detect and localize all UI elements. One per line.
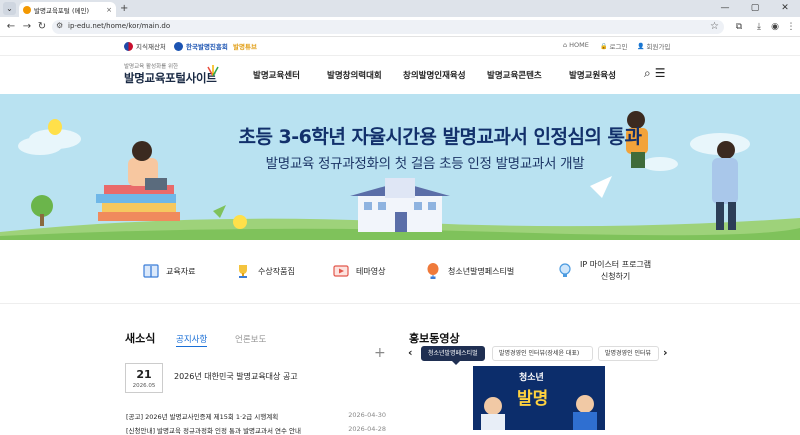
search-icon[interactable]: ⌕ xyxy=(644,66,651,81)
video-icon xyxy=(333,265,349,277)
lightbulb-icon xyxy=(559,263,571,277)
quick-item-label: 수상작품집 xyxy=(258,266,295,276)
quick-item-label: 교육자료 xyxy=(166,266,196,276)
news-row-title: [공고] 2026년 발명교사인증제 제15회 1·2급 시행계획 xyxy=(126,413,279,421)
gnb-item-contest[interactable]: 발명창의력대회 xyxy=(327,69,382,81)
quick-item-theme-video[interactable]: 테마영상 xyxy=(332,262,385,280)
list-item[interactable]: [신청안내] 발명교육 정규과정화 인정 통과 발명교과서 연수 안내 2026… xyxy=(126,425,386,435)
featured-news-title[interactable]: 2026년 대한민국 발명교육대상 공고 xyxy=(174,371,298,382)
news-row-date: 2026-04-30 xyxy=(348,411,386,419)
quick-item-label: 청소년발명페스티벌 xyxy=(448,266,515,276)
promo-prev-icon[interactable]: ‹ xyxy=(408,346,413,359)
lock-icon: 🔒 xyxy=(600,42,608,50)
news-more-icon[interactable]: + xyxy=(374,345,386,361)
maximize-button[interactable]: ▢ xyxy=(740,0,770,17)
login-link[interactable]: 🔒 로그인 xyxy=(600,41,628,52)
reload-icon[interactable]: ↻ xyxy=(35,20,49,34)
banner-subtitle: 발명교육 정규과정화의 첫 걸음 초등 인정 발명교과서 개발 xyxy=(265,156,585,172)
kipo-emblem-icon xyxy=(124,41,133,51)
trophy-icon xyxy=(239,265,247,278)
featured-month: 2026.05 xyxy=(132,383,156,389)
quick-item-ip-meister[interactable]: IP 마이스터 프로그램 신청하기 xyxy=(556,259,651,283)
url-text: ip-edu.net/home/kor/main.do xyxy=(68,22,171,30)
logo-spark-icon xyxy=(207,65,219,76)
quick-menu: 교육자료 수상작품집 테마영상 청소년발명페스티벌 IP 마이스터 프로그램 신… xyxy=(0,240,800,304)
invention-tube-logo[interactable]: 발명튜브 xyxy=(233,41,257,51)
main-banner[interactable]: 초등 3-6학년 자율시간용 발명교과서 인정심의 통과 발명교육 정규과정화의… xyxy=(0,94,800,240)
list-item[interactable]: [공고] 2026년 발명교사인증제 제15회 1·2급 시행계획 2026-0… xyxy=(126,411,386,421)
banner-title: 초등 3-6학년 자율시간용 발명교과서 인정심의 통과 xyxy=(238,126,642,148)
browser-menu-icon[interactable]: ⋮ xyxy=(784,20,798,34)
close-tab-icon[interactable]: × xyxy=(106,6,112,14)
kipa-emblem-icon xyxy=(174,41,183,51)
gnb-item-center[interactable]: 발명교육센터 xyxy=(253,69,300,81)
home-link[interactable]: ⌂ HOME xyxy=(563,41,589,49)
kipo-logo-label: 지식재산처 xyxy=(136,43,166,51)
thumbnail-caption-top: 청소년 xyxy=(519,373,544,383)
login-label: 로그인 xyxy=(609,43,628,51)
home-icon: ⌂ xyxy=(563,41,568,49)
site-logo-name: 발명교육포털사이트 xyxy=(124,71,217,85)
promo-section-title: 홍보동영상 xyxy=(409,332,460,345)
quick-item-awards[interactable]: 수상작품집 xyxy=(234,262,295,280)
tab-title: 발명교육포털 (메인) xyxy=(34,6,89,15)
promo-video-thumbnail[interactable]: 청소년 발명 xyxy=(473,366,605,430)
tab-notice[interactable]: 공지사항 xyxy=(176,333,208,347)
quick-item-label: 테마영상 xyxy=(356,266,386,276)
signup-link[interactable]: 👤 회원가입 xyxy=(637,41,671,52)
gnb-item-teacher[interactable]: 발명교원육성 xyxy=(569,69,616,81)
bookmark-star-icon[interactable]: ☆ xyxy=(710,20,719,34)
minimize-button[interactable]: — xyxy=(710,0,740,17)
tab-search-button[interactable]: ⌄ xyxy=(3,2,16,15)
user-icon: 👤 xyxy=(637,42,645,50)
promo-next-icon[interactable]: › xyxy=(663,346,668,359)
menu-icon[interactable]: ☰ xyxy=(655,66,666,81)
site-info-icon[interactable]: ⚙ xyxy=(56,21,63,30)
gnb-item-talent[interactable]: 창의발명인재육성 xyxy=(403,69,466,81)
gnb-item-content[interactable]: 발명교육콘텐츠 xyxy=(487,69,542,81)
gnb-tools: ⌕ ☰ xyxy=(644,66,666,81)
news-section-title: 새소식 xyxy=(125,332,156,345)
close-window-button[interactable]: ✕ xyxy=(770,0,800,17)
ip-meister-label-line2: 신청하기 xyxy=(600,272,631,281)
promo-tab-caret xyxy=(452,361,460,365)
signup-label: 회원가입 xyxy=(646,43,671,51)
site-top-strip: 지식재산처 한국발명진흥회 발명튜브 ⌂ HOME 🔒 로그인 👤 회원가입 xyxy=(0,37,800,56)
download-icon[interactable]: ⤓ xyxy=(752,20,766,34)
address-bar[interactable]: ⚙ ip-edu.net/home/kor/main.do ☆ xyxy=(52,20,724,34)
browser-toolbar: ← → ↻ ⚙ ip-edu.net/home/kor/main.do ☆ ⧉ … xyxy=(0,17,800,37)
back-icon[interactable]: ← xyxy=(4,20,18,34)
quick-item-materials[interactable]: 교육자료 xyxy=(142,262,195,280)
profile-icon[interactable]: ◉ xyxy=(768,20,782,34)
site-logo-tagline: 발명교육 활성화를 위한 xyxy=(124,64,179,70)
promo-tab-interview-1[interactable]: 발명경영인 인터뷰(장세윤 대표) xyxy=(492,346,593,361)
new-tab-button[interactable]: + xyxy=(120,2,128,15)
quick-item-festival[interactable]: 청소년발명페스티벌 xyxy=(424,262,514,280)
kipa-logo-label: 한국발명진흥회 xyxy=(186,43,228,51)
kipa-logo[interactable]: 한국발명진흥회 xyxy=(174,41,228,51)
thumbnail-caption-main: 발명 xyxy=(517,389,549,409)
tab-press[interactable]: 언론보도 xyxy=(235,333,266,345)
news-row-date: 2026-04-28 xyxy=(348,425,386,433)
ip-meister-label-line1: IP 마이스터 프로그램 xyxy=(580,260,652,269)
featured-day: 21 xyxy=(136,368,152,381)
site-logo[interactable]: 발명교육 활성화를 위한 발명교육포털사이트 xyxy=(124,62,219,86)
site-header: 발명교육 활성화를 위한 발명교육포털사이트 발명교육센터 발명창의력대회 창의… xyxy=(0,56,800,94)
browser-tab-bar: ⌄ 발명교육포털 (메인) × + — ▢ ✕ xyxy=(0,0,800,17)
balloon-icon xyxy=(427,263,439,279)
featured-date-box: 21 2026.05 xyxy=(125,363,163,393)
book-icon xyxy=(143,264,159,278)
site-favicon-icon xyxy=(23,5,31,14)
extensions-icon[interactable]: ⧉ xyxy=(732,20,746,34)
promo-tab-festival[interactable]: 청소년발명페스티벌 xyxy=(421,346,485,361)
invention-tube-label: 발명튜브 xyxy=(233,43,257,51)
browser-tab[interactable]: 발명교육포털 (메인) × xyxy=(19,2,116,17)
home-label: HOME xyxy=(569,41,589,49)
news-row-title: [신청안내] 발명교육 정규과정화 인정 통과 발명교과서 연수 안내 xyxy=(126,427,302,435)
promo-tab-interview-2[interactable]: 발명경영인 인터뷰 xyxy=(598,346,659,361)
quick-item-label: IP 마이스터 프로그램 신청하기 xyxy=(580,259,651,283)
kipo-logo[interactable]: 지식재산처 xyxy=(124,41,166,51)
forward-icon[interactable]: → xyxy=(20,20,34,34)
